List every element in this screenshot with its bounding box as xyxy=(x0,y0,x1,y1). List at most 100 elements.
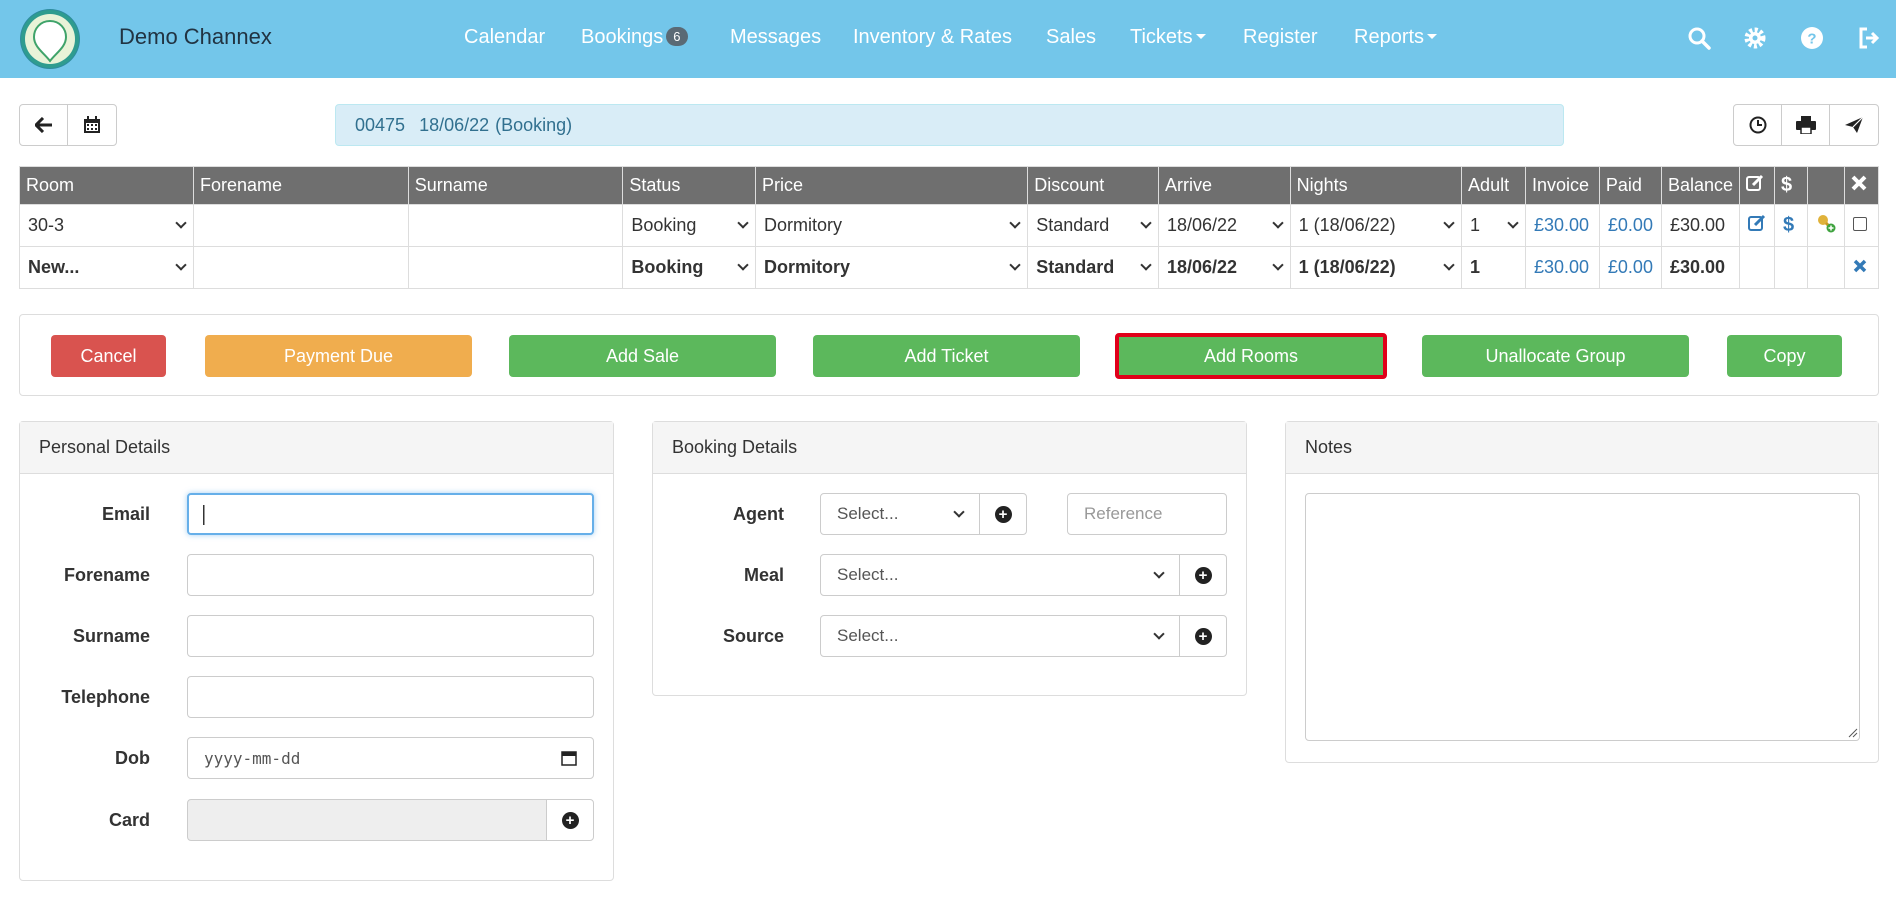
add-ticket-button[interactable]: Add Ticket xyxy=(813,335,1080,377)
surname-cell[interactable] xyxy=(407,204,624,247)
discount-select[interactable]: Standard xyxy=(1027,246,1159,289)
arrive-select[interactable]: 18/06/22 xyxy=(1157,204,1291,247)
chevron-down-icon xyxy=(175,217,187,229)
notes-textarea[interactable] xyxy=(1305,493,1860,741)
room-select[interactable]: 30-3 xyxy=(19,204,194,247)
notes-panel: Notes xyxy=(1285,421,1879,763)
arrow-left-icon xyxy=(34,117,52,133)
arrive-value: 18/06/22 xyxy=(1166,257,1238,277)
empty-cell xyxy=(1739,246,1776,289)
plus-circle-icon: + xyxy=(561,811,579,829)
send-button[interactable] xyxy=(1830,105,1878,145)
send-icon xyxy=(1845,116,1864,133)
reference-input[interactable]: Reference xyxy=(1067,493,1227,535)
nav-inventory-rates[interactable]: Inventory & Rates xyxy=(853,26,1012,49)
nav-messages[interactable]: Messages xyxy=(730,26,821,49)
logout-icon[interactable] xyxy=(1857,26,1881,50)
resize-handle-icon[interactable] xyxy=(1848,728,1858,738)
add-rooms-button[interactable]: Add Rooms xyxy=(1115,333,1387,379)
select-row-checkbox[interactable] xyxy=(1843,204,1880,247)
invoice-link[interactable]: £30.00 xyxy=(1524,246,1600,289)
unallocate-group-button[interactable]: Unallocate Group xyxy=(1422,335,1689,377)
meal-select[interactable]: Select... xyxy=(820,554,1180,596)
room-select[interactable]: New... xyxy=(19,246,194,289)
agent-value: Select... xyxy=(837,504,899,523)
discount-select[interactable]: Standard xyxy=(1027,204,1159,247)
col-header-room: Room xyxy=(19,166,194,205)
nights-value: 1 (18/06/22) xyxy=(1298,257,1396,277)
nav-bookings[interactable]: Bookings 6 xyxy=(581,26,688,49)
brand-name[interactable]: Demo Channex xyxy=(119,24,272,50)
paid-link[interactable]: £0.00 xyxy=(1598,246,1662,289)
add-source-button[interactable]: + xyxy=(1179,615,1227,657)
nav-calendar[interactable]: Calendar xyxy=(464,26,545,49)
card-field[interactable] xyxy=(187,799,547,841)
remove-row-button[interactable] xyxy=(1843,246,1880,289)
forename-field[interactable] xyxy=(187,554,594,596)
dob-field[interactable]: yyyy-mm-dd xyxy=(187,737,594,779)
surname-field[interactable] xyxy=(187,615,594,657)
search-icon[interactable] xyxy=(1687,26,1711,50)
key-cell[interactable] xyxy=(1806,204,1845,247)
arrive-value: 18/06/22 xyxy=(1166,215,1238,235)
chevron-down-icon xyxy=(1271,217,1284,229)
nights-select[interactable]: 1 (18/06/22) xyxy=(1289,246,1463,289)
col-header-arrive: Arrive xyxy=(1157,166,1291,205)
agent-select[interactable]: Select... xyxy=(820,493,980,535)
price-select[interactable]: Dormitory xyxy=(754,204,1029,247)
table-row: 30-3 Booking Dormitory Standard 18/06/22… xyxy=(19,204,1880,247)
price-select[interactable]: Dormitory xyxy=(754,246,1029,289)
edit-cell[interactable] xyxy=(1739,204,1776,247)
surname-cell[interactable] xyxy=(407,246,624,289)
col-header-balance: Balance xyxy=(1660,166,1741,205)
dollar-icon: $ xyxy=(1781,174,1793,196)
email-field[interactable] xyxy=(187,493,594,535)
forename-cell[interactable] xyxy=(192,246,409,289)
source-select[interactable]: Select... xyxy=(820,615,1180,657)
add-meal-button[interactable]: + xyxy=(1179,554,1227,596)
help-icon[interactable]: ? xyxy=(1800,26,1824,50)
adult-select[interactable]: 1 xyxy=(1461,204,1526,247)
print-button[interactable] xyxy=(1782,105,1830,145)
col-header-nights: Nights xyxy=(1289,166,1463,205)
nav-sales[interactable]: Sales xyxy=(1046,26,1096,49)
back-button[interactable] xyxy=(20,105,68,145)
personal-details-panel: Personal Details Email Forename Surname … xyxy=(19,421,614,881)
table-row: New... Booking Dormitory Standard 18/06/… xyxy=(19,246,1880,289)
telephone-field[interactable] xyxy=(187,676,594,718)
right-tool-group xyxy=(1733,104,1879,146)
paid-link[interactable]: £0.00 xyxy=(1598,204,1662,247)
nav-tickets[interactable]: Tickets xyxy=(1130,26,1206,49)
nav-button-group xyxy=(19,104,117,146)
forename-cell[interactable] xyxy=(192,204,409,247)
col-header-adult: Adult xyxy=(1461,166,1526,205)
chevron-down-icon xyxy=(1443,217,1455,229)
history-button[interactable] xyxy=(1734,105,1782,145)
status-select[interactable]: Booking xyxy=(622,204,756,247)
chevron-down-icon xyxy=(1153,627,1165,640)
status-value: Booking xyxy=(631,257,704,277)
arrive-select[interactable]: 18/06/22 xyxy=(1157,246,1291,289)
panel-title: Personal Details xyxy=(20,422,613,474)
nights-select[interactable]: 1 (18/06/22) xyxy=(1289,204,1463,247)
payment-cell[interactable]: $ xyxy=(1774,204,1808,247)
nav-register[interactable]: Register xyxy=(1243,26,1317,49)
add-sale-button[interactable]: Add Sale xyxy=(509,335,776,377)
status-select[interactable]: Booking xyxy=(622,246,756,289)
copy-button[interactable]: Copy xyxy=(1727,335,1842,377)
add-agent-button[interactable]: + xyxy=(979,493,1027,535)
payment-due-button[interactable]: Payment Due xyxy=(205,335,472,377)
col-header-blank xyxy=(1806,166,1845,205)
surname-label: Surname xyxy=(72,626,150,646)
calendar-icon[interactable] xyxy=(561,750,577,766)
booking-number: 00475 xyxy=(355,115,406,135)
nav-reports[interactable]: Reports xyxy=(1354,26,1438,49)
caret-down-icon xyxy=(1427,34,1438,39)
gear-icon[interactable] xyxy=(1743,26,1767,50)
calendar-button[interactable] xyxy=(68,105,116,145)
cancel-button[interactable]: Cancel xyxy=(51,335,166,377)
invoice-link[interactable]: £30.00 xyxy=(1524,204,1600,247)
calendar-icon xyxy=(84,116,100,133)
table-header: Room Forename Surname Status Price Disco… xyxy=(19,166,1880,205)
add-card-button[interactable]: + xyxy=(546,799,594,841)
